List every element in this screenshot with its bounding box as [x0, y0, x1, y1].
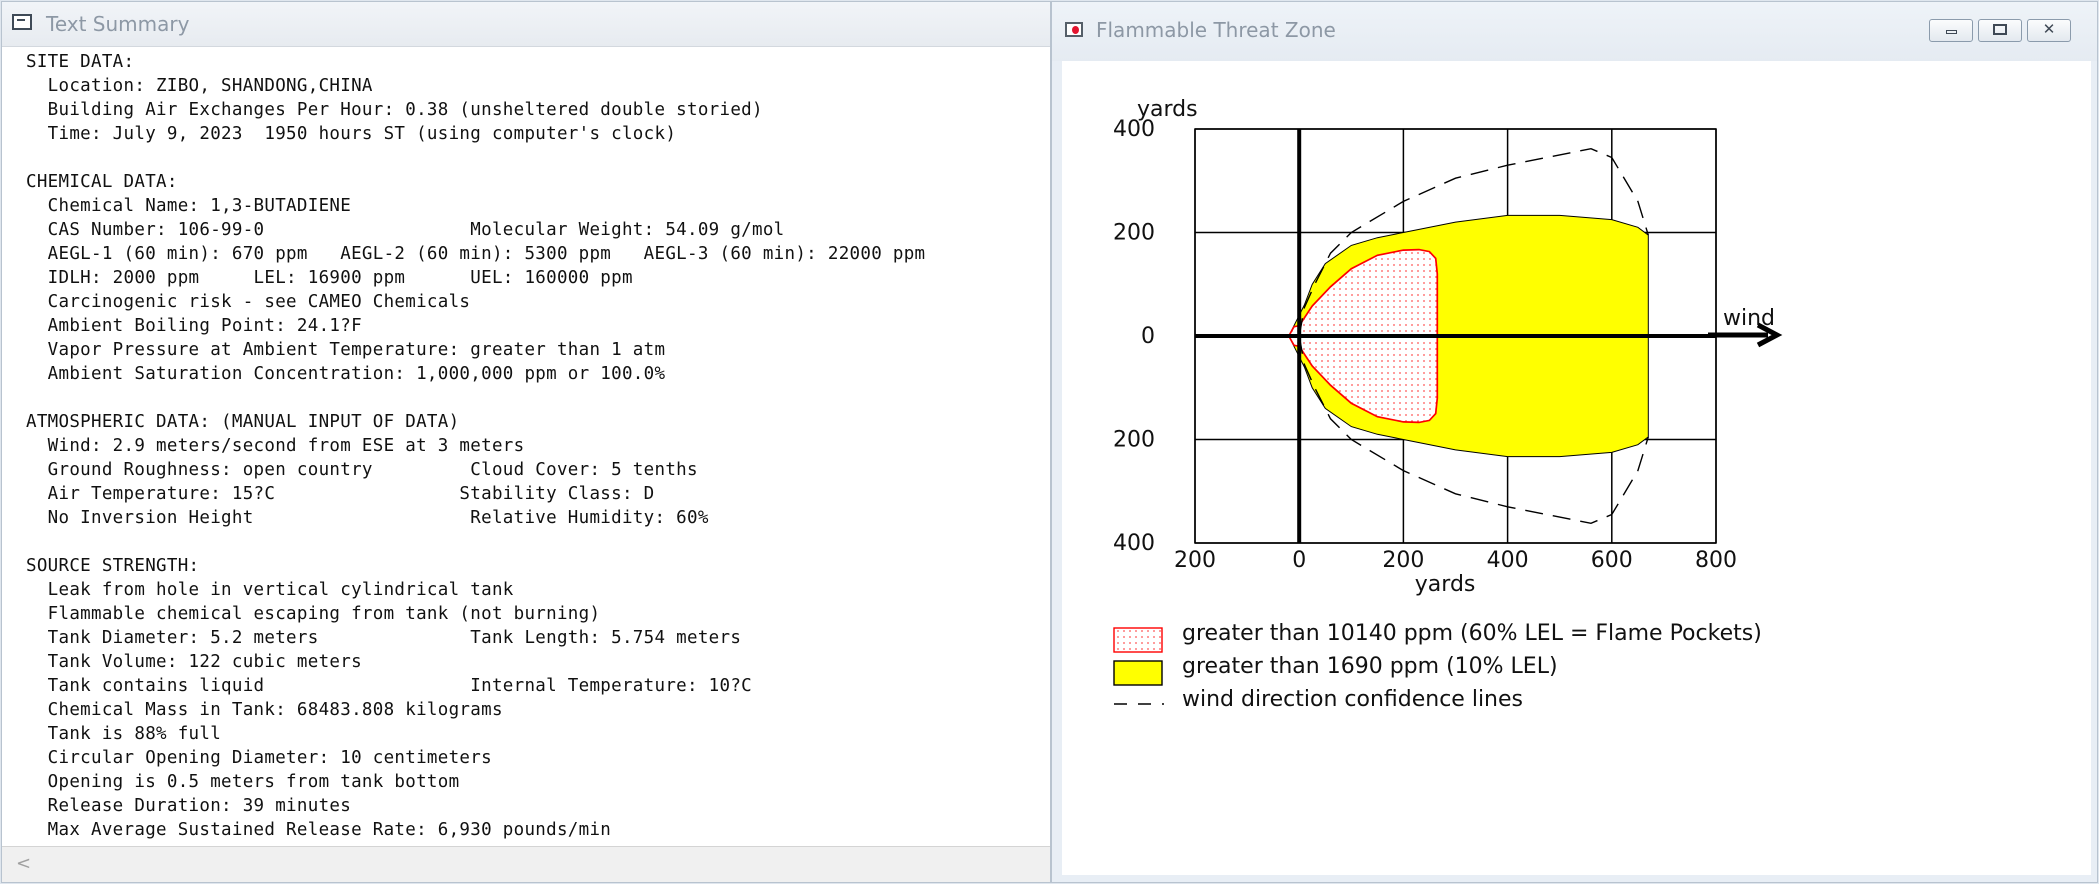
y-tick-label: 0: [1141, 324, 1155, 349]
text-window-icon: [12, 14, 32, 30]
threat-zone-title: Flammable Threat Zone: [1096, 18, 1336, 42]
lel-legend-label: greater than 1690 ppm (10% LEL): [1182, 654, 1558, 679]
x-tick-label: 200: [1382, 548, 1424, 573]
maximize-icon: [1993, 24, 2007, 35]
flame-pockets-legend-label: greater than 10140 ppm (60% LEL = Flame …: [1182, 621, 1762, 646]
confidence-lines-legend-label: wind direction confidence lines: [1182, 687, 1523, 712]
minimize-icon: [1945, 30, 1957, 34]
x-tick-label: 600: [1591, 548, 1633, 573]
flame-pockets-legend-swatch: [1113, 627, 1163, 653]
x-tick-label: 0: [1292, 548, 1306, 573]
text-summary-titlebar[interactable]: Text Summary: [2, 2, 1050, 47]
lel-legend-swatch: [1113, 660, 1163, 686]
horizontal-scrollbar[interactable]: <: [2, 846, 1050, 882]
summary-report-text: SITE DATA: Location: ZIBO, SHANDONG,CHIN…: [26, 52, 926, 840]
y-tick-label: 400: [1113, 117, 1155, 142]
y-tick-label: 200: [1113, 221, 1155, 246]
scroll-left-arrow-icon[interactable]: <: [16, 855, 31, 873]
x-tick-label: 200: [1174, 548, 1216, 573]
y-tick-label: 400: [1113, 531, 1155, 556]
chart-layer: yards4002000200400200 0 200 400 600 800yardsw…: [1113, 97, 1783, 712]
minimize-button[interactable]: [1929, 19, 1973, 42]
flammable-threat-zone-window[interactable]: Flammable Threat Zone ✕ yards 400 200 0 200 4…: [1051, 1, 2098, 883]
threat-zone-titlebar[interactable]: Flammable Threat Zone ✕: [1052, 2, 2097, 61]
text-summary-window[interactable]: Text Summary SITE DATA: Location: ZIBO, …: [1, 1, 1051, 883]
maximize-button[interactable]: [1978, 19, 2022, 42]
threat-zone-plot-area: yards 400 200 0 200 400 200 0 200 400 600 800 yards w…: [1062, 61, 2091, 875]
close-icon: ✕: [2042, 20, 2056, 38]
x-tick-label: 400: [1487, 548, 1529, 573]
y-tick-label: 200: [1113, 428, 1155, 453]
text-summary-content[interactable]: SITE DATA: Location: ZIBO, SHANDONG,CHIN…: [2, 47, 1050, 849]
threat-zone-window-icon: [1065, 22, 1083, 37]
x-tick-label: 800: [1695, 548, 1737, 573]
x-axis-label: yards: [1415, 572, 1476, 597]
close-button[interactable]: ✕: [2027, 19, 2071, 42]
text-summary-title: Text Summary: [46, 12, 190, 36]
threat-zone-legend: greater than 10140 ppm (60% LEL = Flame …: [1113, 621, 1762, 712]
flammable-threat-zone-chart: yards4002000200400200 0 200 400 600 800yardsw…: [1113, 97, 1783, 712]
